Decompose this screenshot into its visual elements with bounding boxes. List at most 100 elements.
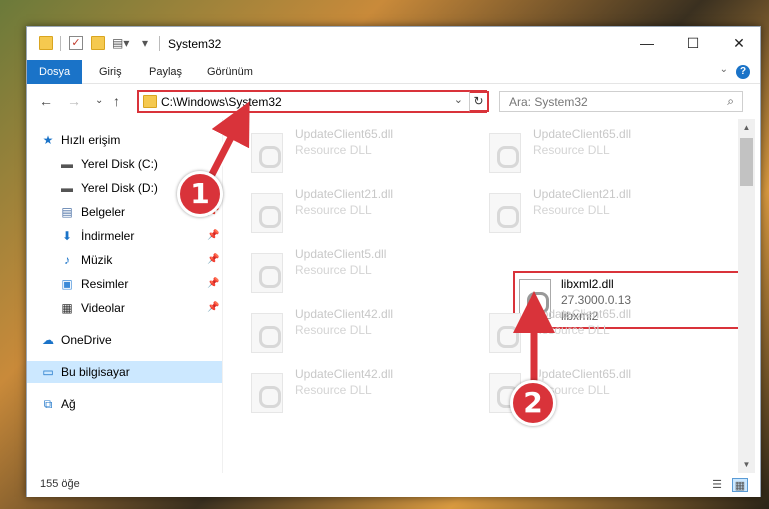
sidebar-item-label: Müzik [81, 253, 113, 267]
videos-icon: ▦ [61, 301, 73, 315]
ribbon-tabs: Dosya Giriş Paylaş Görünüm ⌄ ? [27, 60, 760, 84]
navigation-bar: ← → ⌄ ↑ C:\Windows\System32 ⌄ ↻ Ara: Sys… [27, 85, 760, 119]
computer-icon: ▭ [42, 365, 54, 379]
file-description: Resource DLL [295, 143, 372, 157]
dll-file-icon [251, 253, 283, 293]
drive-icon: ▬ [61, 181, 73, 195]
sidebar-item-label: Videolar [81, 301, 125, 315]
minimize-button[interactable]: — [624, 27, 670, 59]
new-folder-icon[interactable] [91, 36, 105, 50]
sidebar-item-this-pc[interactable]: ▭ Bu bilgisayar [27, 361, 222, 383]
file-name: UpdateClient65.dll [533, 127, 632, 141]
sidebar-item-music[interactable]: ♪ Müzik 📌 [27, 249, 222, 271]
details-view-icon[interactable]: ☰ [709, 478, 725, 492]
status-bar: 155 öğe ☰ ▦ [27, 473, 760, 497]
pin-icon[interactable]: 📌 [207, 225, 219, 247]
customize-toolbar-icon[interactable]: ▤▾ [112, 36, 129, 50]
sidebar-item-network[interactable]: ⧉ Ağ [27, 393, 222, 415]
file-name: libxml2.dll [561, 277, 614, 291]
file-name: UpdateClient65.dll [533, 367, 632, 381]
item-count: 155 öğe [40, 478, 80, 490]
list-item[interactable]: UpdateClient21.dll Resource DLL [461, 179, 691, 237]
drive-icon: ▬ [61, 157, 73, 171]
file-name: UpdateClient5.dll [295, 247, 387, 261]
sidebar-item-pictures[interactable]: ▣ Resimler 📌 [27, 273, 222, 295]
tab-giris[interactable]: Giriş [87, 60, 134, 84]
list-item[interactable]: UpdateClient65.dll Resource DLL [461, 359, 691, 417]
list-item[interactable]: UpdateClient65.dll Resource DLL [223, 119, 453, 177]
pin-icon[interactable]: 📌 [207, 273, 219, 295]
list-item[interactable]: UpdateClient21.dll Resource DLL [223, 179, 453, 237]
cloud-icon: ☁ [42, 333, 54, 347]
dll-file-icon [489, 133, 521, 173]
scroll-down-button[interactable]: ▼ [738, 456, 755, 473]
sidebar-item-label: İndirmeler [81, 229, 135, 243]
vertical-scrollbar[interactable]: ▲ ▼ [738, 119, 755, 473]
sidebar-item-label: Hızlı erişim [61, 133, 121, 147]
sidebar-item-label: Yerel Disk (C:) [81, 157, 158, 171]
file-description: Resource DLL [533, 323, 610, 337]
sidebar-item-downloads[interactable]: ⬇ İndirmeler 📌 [27, 225, 222, 247]
list-item[interactable]: UpdateClient42.dll Resource DLL [223, 299, 453, 357]
file-name: UpdateClient65.dll [295, 127, 394, 141]
address-path: C:\Windows\System32 [161, 95, 282, 109]
search-icon[interactable]: ⌕ [727, 94, 734, 109]
toolbar-separator [159, 36, 160, 51]
scroll-thumb[interactable] [740, 138, 753, 186]
list-item[interactable]: UpdateClient65.dll Resource DLL [461, 119, 691, 177]
window-title: System32 [168, 37, 222, 51]
sidebar-item-label: Bu bilgisayar [61, 365, 130, 379]
tab-dosya[interactable]: Dosya [27, 60, 83, 84]
pin-icon[interactable]: 📌 [207, 249, 219, 271]
scroll-up-button[interactable]: ▲ [738, 119, 755, 136]
chevron-down-icon[interactable]: ⌄ [454, 93, 463, 106]
dll-file-icon [489, 313, 521, 353]
file-description: Resource DLL [295, 383, 372, 397]
dll-file-icon [251, 373, 283, 413]
sidebar-item-onedrive[interactable]: ☁ OneDrive [27, 329, 222, 351]
file-description: Resource DLL [295, 323, 372, 337]
toolbar-separator [60, 36, 61, 51]
address-bar[interactable]: C:\Windows\System32 ⌄ [137, 90, 487, 113]
file-description: Resource DLL [295, 203, 372, 217]
file-name: UpdateClient21.dll [295, 187, 394, 201]
list-item[interactable]: UpdateClient5.dll Resource DLL [223, 239, 453, 297]
maximize-button[interactable]: ☐ [670, 27, 716, 59]
close-button[interactable]: ✕ [716, 27, 762, 59]
dll-file-icon [251, 193, 283, 233]
list-item[interactable]: UpdateClient65.dll Resource DLL [461, 299, 691, 357]
search-input[interactable]: Ara: System32 ⌕ [499, 91, 743, 112]
pin-icon[interactable]: 📌 [207, 297, 219, 319]
step-marker-2: 2 [510, 380, 556, 426]
file-description: Resource DLL [533, 203, 610, 217]
sidebar-item-label: Yerel Disk (D:) [81, 181, 158, 195]
refresh-button[interactable]: ↻ [469, 91, 489, 112]
download-icon: ⬇ [61, 229, 73, 243]
pictures-icon: ▣ [61, 277, 73, 291]
back-button[interactable]: ← [39, 93, 53, 109]
up-button[interactable]: ↑ [113, 93, 120, 109]
explorer-window: ✓ ▤▾ ▾ System32 — ☐ ✕ Dosya Giriş Paylaş… [26, 26, 761, 497]
file-name: UpdateClient21.dll [533, 187, 632, 201]
tab-gorunum[interactable]: Görünüm [195, 60, 265, 84]
dll-file-icon [251, 133, 283, 173]
sidebar-item-label: OneDrive [61, 333, 112, 347]
large-icons-view-icon[interactable]: ▦ [732, 478, 748, 492]
sidebar-item-videos[interactable]: ▦ Videolar 📌 [27, 297, 222, 319]
properties-check-icon[interactable]: ✓ [69, 36, 83, 50]
expand-ribbon-icon[interactable]: ⌄ [720, 64, 728, 75]
recent-locations-button[interactable]: ⌄ [95, 95, 103, 106]
forward-button[interactable]: → [67, 93, 81, 109]
folder-icon [39, 36, 53, 50]
music-icon: ♪ [64, 253, 70, 267]
file-description: Resource DLL [533, 143, 610, 157]
file-description: Resource DLL [295, 263, 372, 277]
chevron-down-icon[interactable]: ▾ [142, 36, 156, 50]
sidebar-item-label: Belgeler [81, 205, 126, 219]
tab-paylas[interactable]: Paylaş [137, 60, 194, 84]
help-icon[interactable]: ? [736, 65, 750, 79]
folder-icon [143, 95, 157, 108]
search-placeholder: Ara: System32 [509, 95, 588, 109]
sidebar-item-quick-access[interactable]: ★ Hızlı erişim [27, 129, 222, 151]
list-item[interactable]: UpdateClient42.dll Resource DLL [223, 359, 453, 417]
